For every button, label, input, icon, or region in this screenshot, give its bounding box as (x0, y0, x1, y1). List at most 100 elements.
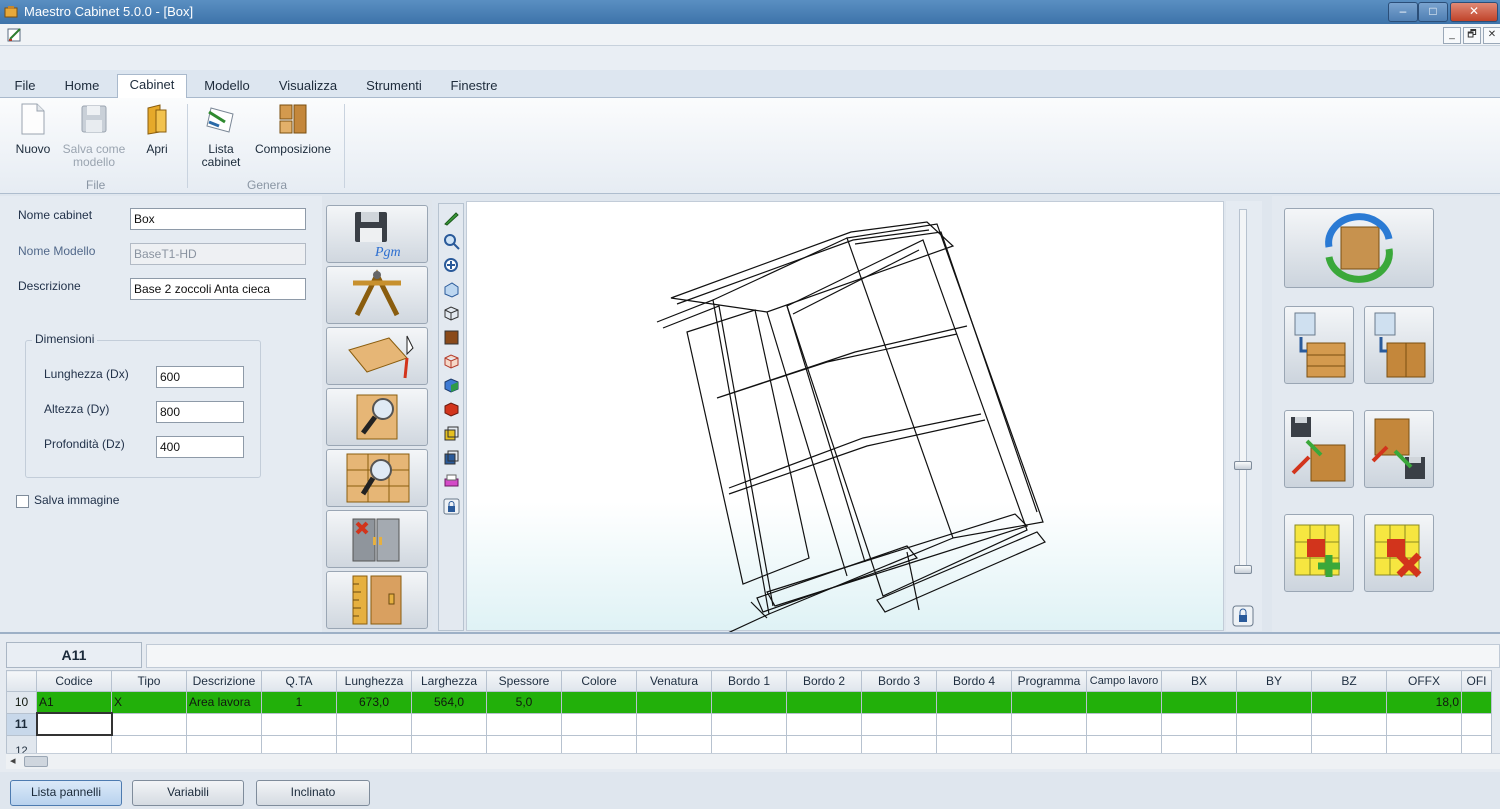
table-cell[interactable] (1311, 691, 1387, 714)
mdi-minimize-button[interactable]: _ (1443, 27, 1461, 44)
export-cabinet-button[interactable] (1364, 410, 1434, 488)
table-cell[interactable] (1161, 712, 1237, 736)
table-cell[interactable] (1161, 691, 1237, 714)
table-cell[interactable] (786, 712, 862, 736)
apri-button[interactable]: Apri (136, 102, 178, 156)
table-cell[interactable] (336, 712, 412, 736)
import-cabinet-button[interactable] (1284, 410, 1354, 488)
document-edit-icon[interactable] (6, 26, 24, 44)
salva-immagine-checkbox[interactable] (16, 495, 29, 508)
column-header[interactable]: BZ (1311, 670, 1387, 692)
solid-panel-icon[interactable] (443, 329, 460, 346)
column-header[interactable]: Codice (36, 670, 112, 692)
layers-icon[interactable] (443, 425, 460, 442)
horizontal-scrollbar[interactable]: ◂ (6, 753, 1500, 769)
minimize-button[interactable]: – (1388, 2, 1418, 22)
column-header[interactable]: Spessore (486, 670, 562, 692)
column-header[interactable]: BY (1236, 670, 1312, 692)
table-cell[interactable]: 18,0 (1386, 691, 1462, 714)
table-cell[interactable]: Area lavora (186, 691, 262, 714)
column-header[interactable]: BX (1161, 670, 1237, 692)
table-cell[interactable] (861, 691, 937, 714)
column-header[interactable]: Bordo 3 (861, 670, 937, 692)
close-button[interactable]: ✕ (1450, 2, 1498, 22)
lunghezza-input[interactable] (156, 366, 244, 388)
zoom-slider-thumb[interactable] (1234, 461, 1252, 470)
table-cell[interactable]: 5,0 (486, 691, 562, 714)
sections-icon[interactable] (443, 449, 460, 466)
table-cell[interactable] (711, 691, 787, 714)
row-number[interactable]: 10 (6, 691, 37, 714)
table-cell[interactable] (186, 712, 262, 736)
mdi-restore-button[interactable]: 🗗 (1463, 27, 1481, 44)
drawing-tools-button[interactable] (326, 266, 428, 324)
zoom-slider-bottom-thumb[interactable] (1234, 565, 1252, 574)
lock-view-icon[interactable] (1232, 605, 1254, 627)
table-cell[interactable] (1011, 712, 1087, 736)
column-header[interactable]: OFI (1461, 670, 1492, 692)
table-cell[interactable] (561, 691, 637, 714)
tab-modello[interactable]: Modello (194, 76, 260, 98)
tab-visualizza[interactable]: Visualizza (272, 76, 344, 98)
table-cell[interactable] (1311, 712, 1387, 736)
panel-zoom-button[interactable] (326, 388, 428, 446)
profondita-input[interactable] (156, 436, 244, 458)
descrizione-input[interactable] (130, 278, 306, 300)
column-header[interactable]: Venatura (636, 670, 712, 692)
nuovo-button[interactable]: Nuovo (10, 102, 56, 156)
maximize-button[interactable]: □ (1418, 2, 1448, 22)
tab-strumenti[interactable]: Strumenti (356, 76, 432, 98)
scrollbar-thumb[interactable] (24, 756, 48, 767)
table-cell[interactable] (636, 691, 712, 714)
column-header[interactable]: Programma (1011, 670, 1087, 692)
table-cell[interactable] (1086, 712, 1162, 736)
table-cell[interactable] (561, 712, 637, 736)
row-number[interactable]: 11 (6, 712, 37, 736)
save-program-button[interactable]: Pgm (326, 205, 428, 263)
table-cell[interactable]: 564,0 (411, 691, 487, 714)
column-header[interactable]: Descrizione (186, 670, 262, 692)
column-header[interactable]: Larghezza (411, 670, 487, 692)
delete-panel-button[interactable] (1364, 514, 1434, 592)
table-cell[interactable] (1461, 712, 1492, 736)
wireframe-cube-icon[interactable] (443, 305, 460, 322)
measure-button[interactable] (326, 571, 428, 629)
tab-file[interactable]: File (6, 76, 44, 98)
table-cell[interactable] (1011, 691, 1087, 714)
composizione-button[interactable]: Composizione (250, 102, 336, 156)
grid-zoom-button[interactable] (326, 449, 428, 507)
cabinet-drawers-button[interactable] (1284, 306, 1354, 384)
shaded-cube-icon[interactable] (443, 377, 460, 394)
refresh-cabinet-button[interactable] (1284, 208, 1434, 288)
table-cell-active[interactable] (35, 712, 113, 736)
table-cell[interactable] (936, 691, 1012, 714)
column-header[interactable]: Bordo 4 (936, 670, 1012, 692)
delete-door-button[interactable] (326, 510, 428, 568)
table-cell[interactable] (636, 712, 712, 736)
hidden-lines-cube-icon[interactable] (443, 353, 460, 370)
scroll-left-icon[interactable]: ◂ (10, 754, 16, 767)
table-cell[interactable] (1461, 691, 1492, 714)
table-cell[interactable] (1236, 691, 1312, 714)
column-header[interactable]: Campo lavoro (1086, 670, 1162, 692)
mdi-close-button[interactable]: ✕ (1483, 27, 1500, 44)
print-icon[interactable] (443, 473, 460, 490)
table-cell[interactable]: 1 (261, 691, 337, 714)
variabili-button[interactable]: Variabili (132, 780, 244, 806)
table-cell[interactable] (936, 712, 1012, 736)
inclinato-button[interactable]: Inclinato (256, 780, 370, 806)
column-header[interactable]: Bordo 2 (786, 670, 862, 692)
tab-home[interactable]: Home (54, 76, 110, 98)
table-cell[interactable] (486, 712, 562, 736)
table-cell[interactable] (861, 712, 937, 736)
lista-pannelli-button[interactable]: Lista pannelli (10, 780, 122, 806)
lock-icon[interactable] (443, 498, 460, 515)
column-header[interactable]: Q.TA (261, 670, 337, 692)
table-cell[interactable]: A1 (36, 691, 112, 714)
column-header[interactable]: Bordo 1 (711, 670, 787, 692)
formula-bar[interactable] (146, 644, 1500, 668)
add-panel-button[interactable] (1284, 514, 1354, 592)
altezza-input[interactable] (156, 401, 244, 423)
table-cell[interactable] (711, 712, 787, 736)
render-cube-icon[interactable] (443, 401, 460, 418)
